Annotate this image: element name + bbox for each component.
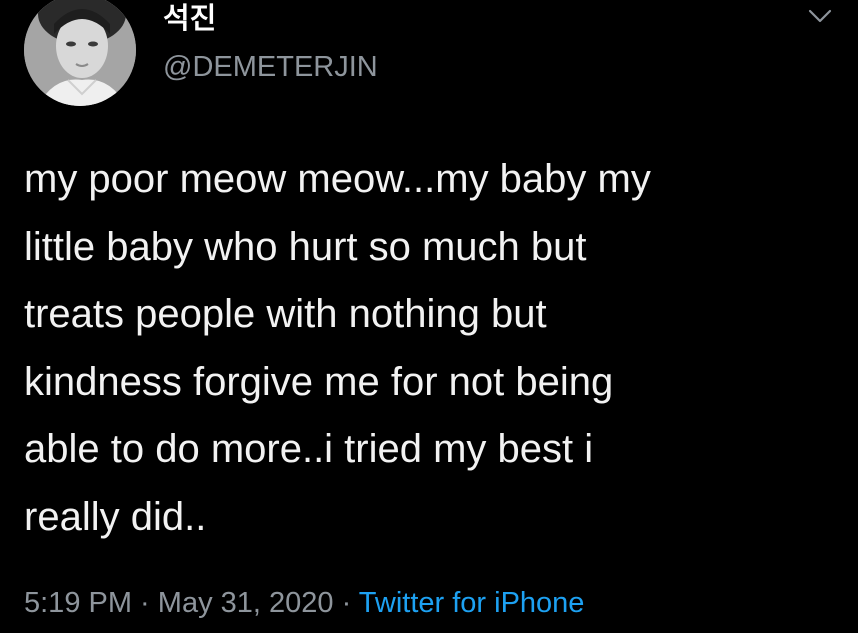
tweet-text-line: really did.. xyxy=(24,494,207,539)
user-handle[interactable]: @DEMETERJIN xyxy=(163,50,378,84)
tweet-text-line: kindness forgive me for not being xyxy=(24,359,614,404)
tweet-source-link[interactable]: Twitter for iPhone xyxy=(359,587,585,619)
tweet-text-line: able to do more..i tried my best i xyxy=(24,427,594,471)
tweet-text-line: treats people with nothing but xyxy=(24,292,547,336)
chevron-down-icon[interactable] xyxy=(806,6,834,26)
meta-separator: · xyxy=(132,587,158,619)
tweet-meta: 5:19 PM · May 31, 2020 · Twitter for iPh… xyxy=(24,585,584,621)
tweet-text-line: little baby who hurt so much but xyxy=(24,224,587,269)
avatar[interactable] xyxy=(24,0,136,106)
tweet-time[interactable]: 5:19 PM xyxy=(24,587,132,619)
tweet-date[interactable]: May 31, 2020 xyxy=(158,587,334,619)
tweet-card: 석진 @DEMETERJIN my poor meow meow...my ba… xyxy=(0,0,858,633)
avatar-image xyxy=(24,0,136,106)
tweet-text-line: my poor meow meow...my baby my xyxy=(24,157,651,201)
tweet-text: my poor meow meow...my baby my little ba… xyxy=(24,146,854,551)
display-name[interactable]: 석진 xyxy=(163,2,216,36)
meta-separator: · xyxy=(333,587,359,619)
